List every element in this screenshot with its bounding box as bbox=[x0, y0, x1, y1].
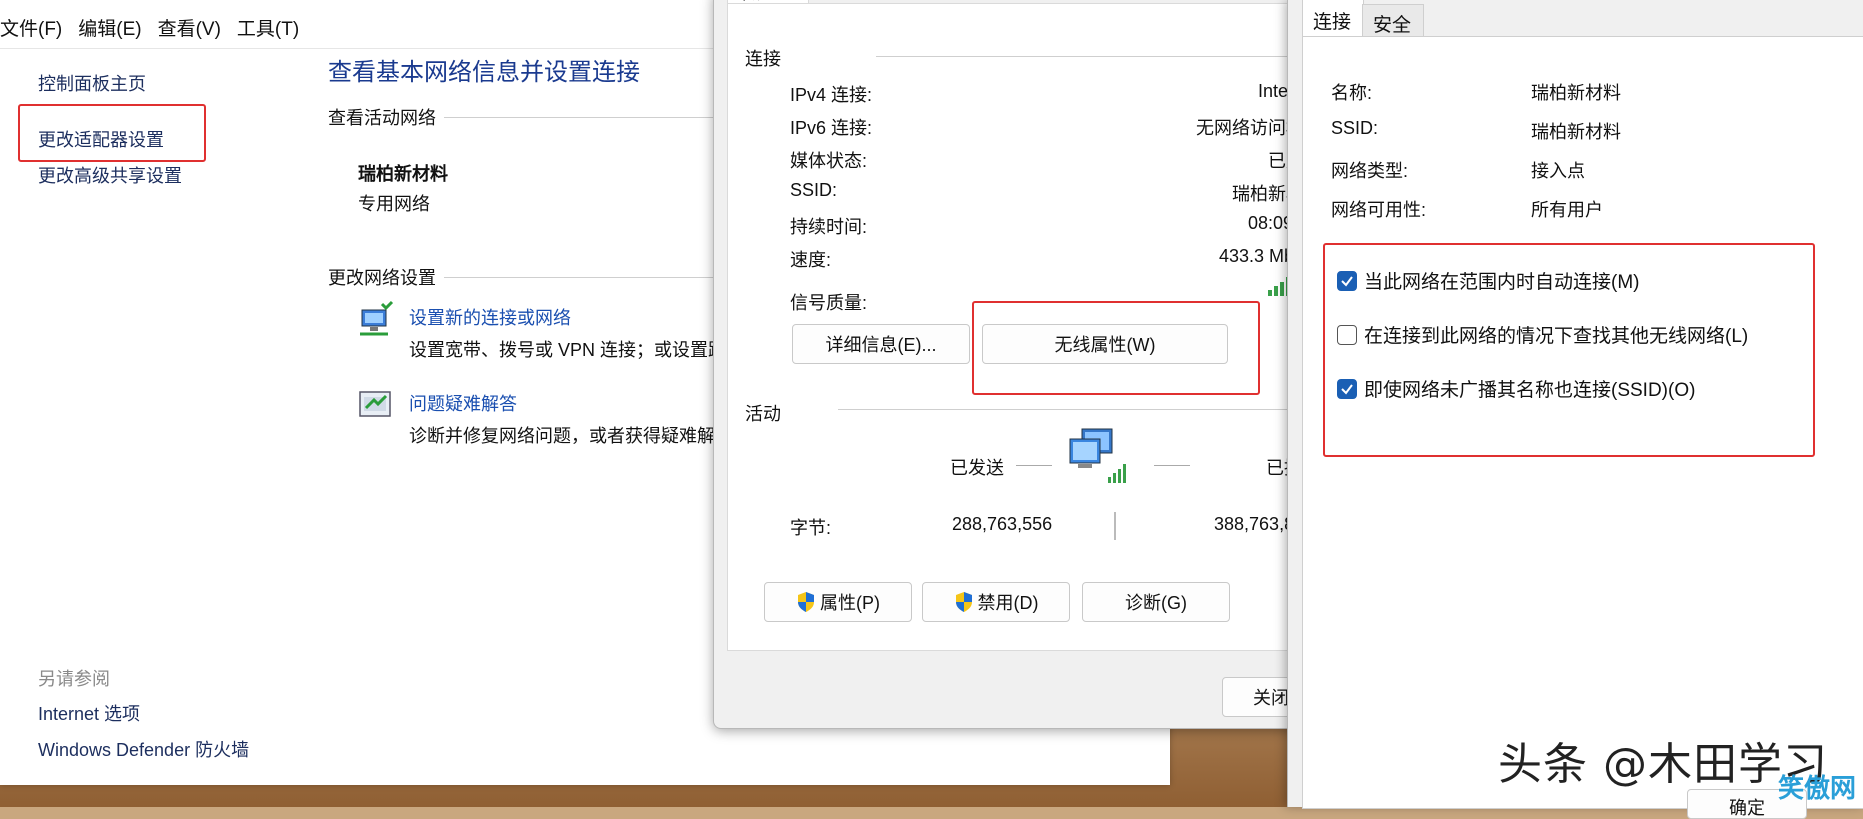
auto-connect-option[interactable]: 当此网络在范围内时自动连接(M) bbox=[1337, 267, 1639, 294]
menu-bar: 文件(F) 编辑(E) 查看(V) 工具(T) bbox=[0, 14, 315, 50]
wireless-properties-button[interactable]: 无线属性(W) bbox=[982, 324, 1228, 364]
ipv6-value: 无网络访问权 bbox=[1196, 118, 1304, 138]
sent-label: 已发送 bbox=[950, 458, 1004, 478]
duration-label: 持续时间: bbox=[790, 217, 868, 237]
received-line bbox=[1154, 465, 1190, 466]
disable-button[interactable]: 禁用(D) bbox=[922, 582, 1070, 622]
site-watermark: 笑傲网 bbox=[1778, 774, 1857, 804]
diagnose-button[interactable]: 诊断(G) bbox=[1082, 582, 1230, 622]
ssid-value: 瑞柏新材 bbox=[1232, 184, 1304, 204]
ssid-value: 瑞柏新材料 bbox=[1531, 122, 1621, 142]
properties-button[interactable]: 属性(P) bbox=[764, 582, 912, 622]
shield-icon bbox=[954, 591, 974, 613]
bytes-divider bbox=[1114, 512, 1116, 540]
disable-button-label: 禁用(D) bbox=[977, 593, 1039, 613]
look-other-networks-label: 在连接到此网络的情况下查找其他无线网络(L) bbox=[1364, 326, 1749, 347]
nav-internet-options[interactable]: Internet 选项 bbox=[38, 700, 140, 726]
menu-file[interactable]: 文件(F) bbox=[0, 14, 62, 50]
nav-windows-defender[interactable]: Windows Defender 防火墙 bbox=[38, 736, 249, 762]
look-other-networks-option[interactable]: 在连接到此网络的情况下查找其他无线网络(L) bbox=[1337, 321, 1748, 348]
nav-change-sharing-settings[interactable]: 更改高级共享设置 bbox=[38, 162, 182, 188]
network-computers-icon bbox=[1066, 427, 1130, 485]
check-icon bbox=[1341, 383, 1353, 395]
change-settings-heading: 更改网络设置 bbox=[328, 268, 436, 288]
auto-connect-checkbox[interactable] bbox=[1337, 270, 1357, 291]
wlan-status-dialog: 常规 连接 IPv4 连接: Intern IPv6 连接: 无网络访问权 媒体… bbox=[713, 0, 1306, 729]
network-type-value: 接入点 bbox=[1531, 161, 1585, 181]
menu-divider bbox=[0, 48, 720, 49]
menu-tools[interactable]: 工具(T) bbox=[237, 14, 299, 50]
troubleshoot-icon bbox=[356, 386, 394, 424]
tab-connection[interactable]: 连接 bbox=[1302, 0, 1364, 36]
nav-change-adapter-settings[interactable]: 更改适配器设置 bbox=[38, 126, 164, 152]
general-tab-panel: 连接 IPv4 连接: Intern IPv6 连接: 无网络访问权 媒体状态:… bbox=[727, 3, 1306, 651]
network-name: 瑞柏新材料 bbox=[358, 164, 448, 184]
name-value: 瑞柏新材料 bbox=[1531, 83, 1621, 103]
heading-divider bbox=[444, 277, 714, 278]
setup-new-connection-link[interactable]: 设置新的连接或网络 bbox=[409, 304, 571, 330]
network-type: 专用网络 bbox=[358, 194, 430, 214]
setup-connection-description: 设置宽带、拨号或 VPN 连接；或设置路 bbox=[409, 340, 714, 360]
properties-button-label: 属性(P) bbox=[820, 593, 880, 613]
bytes-sent-value: 288,763,556 bbox=[952, 514, 1053, 534]
duration-value: 08:09:( bbox=[1247, 213, 1304, 233]
speed-value: 433.3 Mbp bbox=[1218, 246, 1304, 266]
troubleshoot-description: 诊断并修复网络问题，或者获得疑难解 bbox=[409, 426, 714, 446]
tab-connection-label: 连接 bbox=[1313, 12, 1352, 33]
connect-hidden-ssid-option[interactable]: 即使网络未广播其名称也连接(SSID)(O) bbox=[1337, 375, 1695, 402]
availability-value: 所有用户 bbox=[1531, 200, 1603, 220]
connect-hidden-ssid-checkbox[interactable] bbox=[1337, 378, 1357, 399]
active-networks-heading: 查看活动网络 bbox=[328, 108, 436, 128]
sent-line bbox=[1016, 465, 1052, 466]
menu-edit[interactable]: 编辑(E) bbox=[78, 14, 141, 50]
tab-security[interactable]: 安全 bbox=[1362, 4, 1424, 37]
ipv4-label: IPv4 连接: bbox=[790, 85, 873, 105]
network-type-label: 网络类型: bbox=[1331, 161, 1409, 181]
nav-control-panel-home[interactable]: 控制面板主页 bbox=[38, 70, 146, 96]
ssid-label: SSID: bbox=[790, 180, 838, 200]
page-title: 查看基本网络信息并设置连接 bbox=[328, 59, 640, 86]
see-also-heading: 另请参阅 bbox=[38, 669, 110, 689]
heading-divider bbox=[876, 56, 1306, 57]
auto-connect-label: 当此网络在范围内时自动连接(M) bbox=[1364, 272, 1640, 293]
network-setup-icon bbox=[356, 300, 394, 338]
heading-divider bbox=[444, 117, 714, 118]
connect-hidden-ssid-label: 即使网络未广播其名称也连接(SSID)(O) bbox=[1364, 380, 1696, 401]
media-state-label: 媒体状态: bbox=[790, 151, 868, 171]
check-icon bbox=[1341, 275, 1353, 287]
wireless-properties-dialog: 连接 安全 名称: 瑞柏新材料 SSID: 瑞柏新材料 网络类型: 接入点 网络… bbox=[1287, 0, 1863, 819]
connection-heading: 连接 bbox=[745, 49, 781, 69]
tab-security-label: 安全 bbox=[1373, 15, 1412, 36]
details-button[interactable]: 详细信息(E)... bbox=[792, 324, 970, 364]
availability-label: 网络可用性: bbox=[1331, 200, 1427, 220]
activity-heading: 活动 bbox=[745, 404, 781, 424]
ipv6-label: IPv6 连接: bbox=[790, 118, 873, 138]
look-other-networks-checkbox[interactable] bbox=[1337, 324, 1357, 345]
name-label: 名称: bbox=[1331, 83, 1373, 103]
shield-icon bbox=[796, 591, 816, 613]
heading-divider bbox=[838, 409, 1306, 410]
speed-label: 速度: bbox=[790, 250, 832, 270]
menu-view[interactable]: 查看(V) bbox=[158, 14, 221, 50]
troubleshoot-link[interactable]: 问题疑难解答 bbox=[409, 390, 517, 416]
signal-quality-label: 信号质量: bbox=[790, 293, 868, 313]
ssid-label: SSID: bbox=[1331, 118, 1379, 138]
bytes-label: 字节: bbox=[790, 518, 832, 538]
connection-tab-panel: 名称: 瑞柏新材料 SSID: 瑞柏新材料 网络类型: 接入点 网络可用性: 所… bbox=[1302, 36, 1863, 819]
